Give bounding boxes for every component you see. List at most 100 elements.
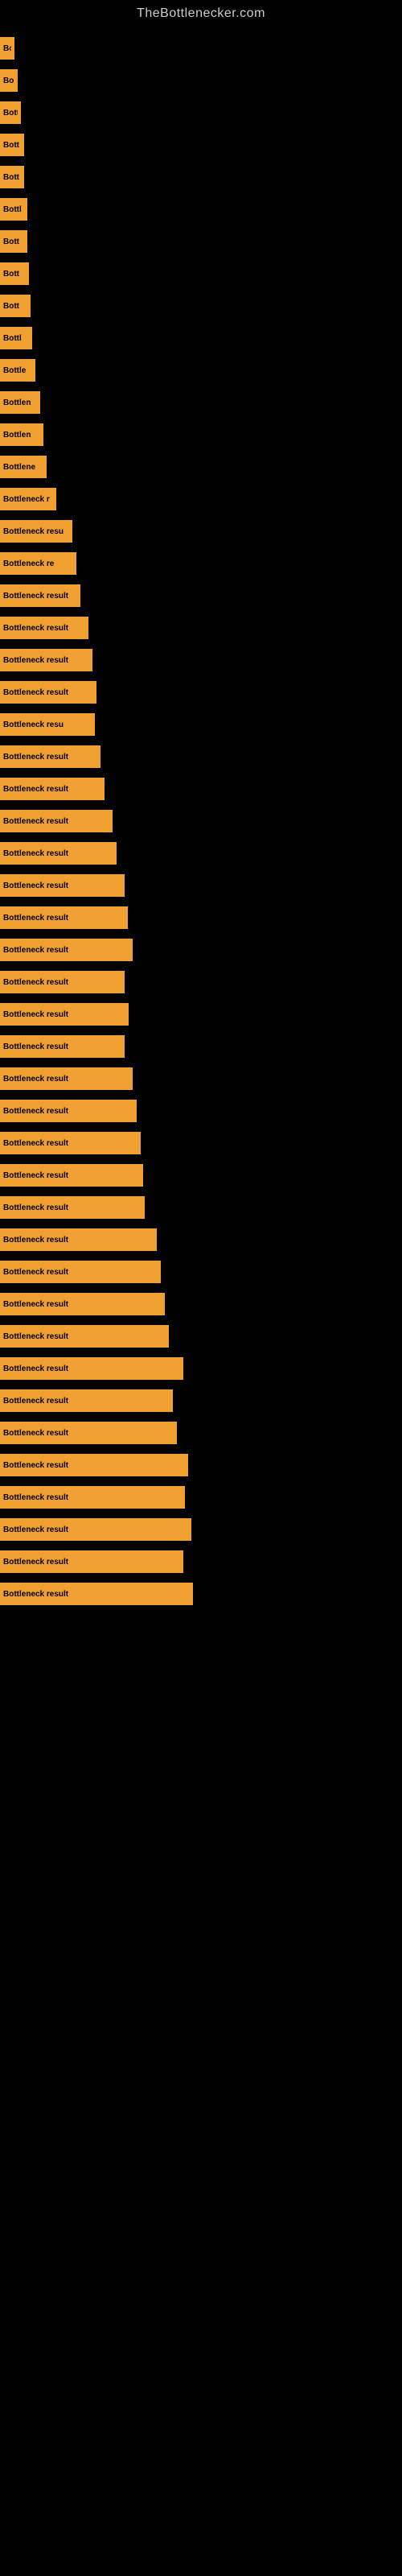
- bar-row: Bottleneck result: [0, 1417, 402, 1449]
- bar-row: Bottleneck r: [0, 483, 402, 515]
- bar-text: Bott: [3, 302, 19, 311]
- bar-text: Bottleneck result: [3, 1364, 68, 1373]
- bar: Bottleneck result: [0, 617, 88, 639]
- bar-text: Bottleneck result: [3, 881, 68, 890]
- bar: Bottleneck result: [0, 1422, 177, 1444]
- bar-row: Bottlene: [0, 451, 402, 483]
- bar: Bottleneck result: [0, 1389, 173, 1412]
- bar-row: Bottleneck result: [0, 1352, 402, 1385]
- bar-row: Bottleneck result: [0, 805, 402, 837]
- bar-row: Bottleneck result: [0, 1224, 402, 1256]
- bar: Bottleneck result: [0, 1196, 145, 1219]
- bar: Bott: [0, 262, 29, 285]
- bar-row: Bottlen: [0, 419, 402, 451]
- bar: Bottleneck resu: [0, 713, 95, 736]
- bar-row: Bottleneck resu: [0, 515, 402, 547]
- bar-text: Bottleneck result: [3, 753, 68, 762]
- bar-row: Bottleneck result: [0, 741, 402, 773]
- bar-text: Bottleneck result: [3, 656, 68, 665]
- site-title: TheBottlenecker.com: [0, 0, 402, 24]
- bar: Bottleneck result: [0, 1325, 169, 1348]
- bar: Bottleneck result: [0, 1518, 191, 1541]
- bars-container: BoBoBottBottBottBottlBottBottBottBottlBo…: [0, 24, 402, 1610]
- bar-row: Bottlen: [0, 386, 402, 419]
- bar-row: Bottle: [0, 354, 402, 386]
- bar-text: Bo: [3, 76, 14, 85]
- bar-row: Bott: [0, 225, 402, 258]
- bar-row: Bottleneck result: [0, 902, 402, 934]
- bar-row: Bottleneck result: [0, 1095, 402, 1127]
- bar-text: Bottleneck result: [3, 1268, 68, 1277]
- bar-row: Bottleneck result: [0, 1449, 402, 1481]
- bar-text: Bottlen: [3, 398, 31, 407]
- bar: Bottleneck result: [0, 842, 117, 865]
- bar-row: Bottleneck result: [0, 934, 402, 966]
- bar-row: Bottleneck result: [0, 998, 402, 1030]
- bar-text: Bottleneck result: [3, 1397, 68, 1406]
- bar-row: Bottleneck resu: [0, 708, 402, 741]
- bar-row: Bottleneck result: [0, 1385, 402, 1417]
- bar-text: Bottleneck result: [3, 1107, 68, 1116]
- bar: Bo: [0, 37, 14, 60]
- bar-row: Bottleneck result: [0, 773, 402, 805]
- bar: Bottleneck resu: [0, 520, 72, 543]
- bar: Bottleneck result: [0, 1454, 188, 1476]
- bar-row: Bottleneck result: [0, 612, 402, 644]
- bar-text: Bottleneck result: [3, 1558, 68, 1567]
- bar-text: Bottleneck result: [3, 817, 68, 826]
- bar-row: Bo: [0, 64, 402, 97]
- bar: Bottleneck result: [0, 874, 125, 897]
- bar-row: Bottleneck result: [0, 1256, 402, 1288]
- bar-text: Bottleneck result: [3, 1203, 68, 1212]
- bar-row: Bottleneck result: [0, 1159, 402, 1191]
- bar-row: Bottl: [0, 193, 402, 225]
- bar-text: Bo: [3, 44, 11, 53]
- bar-row: Bott: [0, 258, 402, 290]
- bar: Bottleneck result: [0, 810, 113, 832]
- bar-row: Bott: [0, 97, 402, 129]
- bar-row: Bottleneck result: [0, 837, 402, 869]
- bar-text: Bott: [3, 173, 19, 182]
- bar-text: Bottl: [3, 334, 22, 343]
- bar: Bottleneck result: [0, 649, 92, 671]
- bar-row: Bottleneck result: [0, 580, 402, 612]
- bar: Bott: [0, 166, 24, 188]
- bar-text: Bottleneck result: [3, 1171, 68, 1180]
- bar-text: Bottleneck result: [3, 1461, 68, 1470]
- bar-text: Bott: [3, 270, 19, 279]
- bar-row: Bo: [0, 32, 402, 64]
- bar: Bottlen: [0, 423, 43, 446]
- bar-text: Bottleneck re: [3, 559, 54, 568]
- bar: Bottleneck result: [0, 939, 133, 961]
- bar: Bottleneck result: [0, 971, 125, 993]
- bar: Bottleneck result: [0, 1583, 193, 1605]
- bar: Bottleneck result: [0, 1357, 183, 1380]
- bar-row: Bottleneck result: [0, 1288, 402, 1320]
- bar: Bott: [0, 230, 27, 253]
- bar-row: Bottleneck result: [0, 1513, 402, 1546]
- bar-text: Bottleneck resu: [3, 527, 64, 536]
- bar-row: Bott: [0, 161, 402, 193]
- bar: Bottleneck result: [0, 906, 128, 929]
- bar-text: Bott: [3, 237, 19, 246]
- bar-row: Bottl: [0, 322, 402, 354]
- bar-text: Bottlene: [3, 463, 35, 472]
- bar-row: Bottleneck result: [0, 676, 402, 708]
- bar-text: Bottleneck result: [3, 1332, 68, 1341]
- bar-text: Bottleneck result: [3, 849, 68, 858]
- bar-text: Bottleneck result: [3, 688, 68, 697]
- bar-text: Bottleneck result: [3, 1010, 68, 1019]
- bar-row: Bott: [0, 290, 402, 322]
- bar: Bottleneck result: [0, 1486, 185, 1509]
- bar-row: Bottleneck result: [0, 1320, 402, 1352]
- bar-text: Bottleneck result: [3, 1300, 68, 1309]
- bar: Bottl: [0, 198, 27, 221]
- bar-text: Bott: [3, 109, 18, 118]
- bar-row: Bottleneck result: [0, 1030, 402, 1063]
- bar-text: Bottleneck result: [3, 978, 68, 987]
- bar: Bottlene: [0, 456, 47, 478]
- bar-text: Bottleneck result: [3, 624, 68, 633]
- bar-text: Bottleneck result: [3, 914, 68, 923]
- bar-text: Bottleneck result: [3, 1236, 68, 1245]
- bar: Bott: [0, 295, 31, 317]
